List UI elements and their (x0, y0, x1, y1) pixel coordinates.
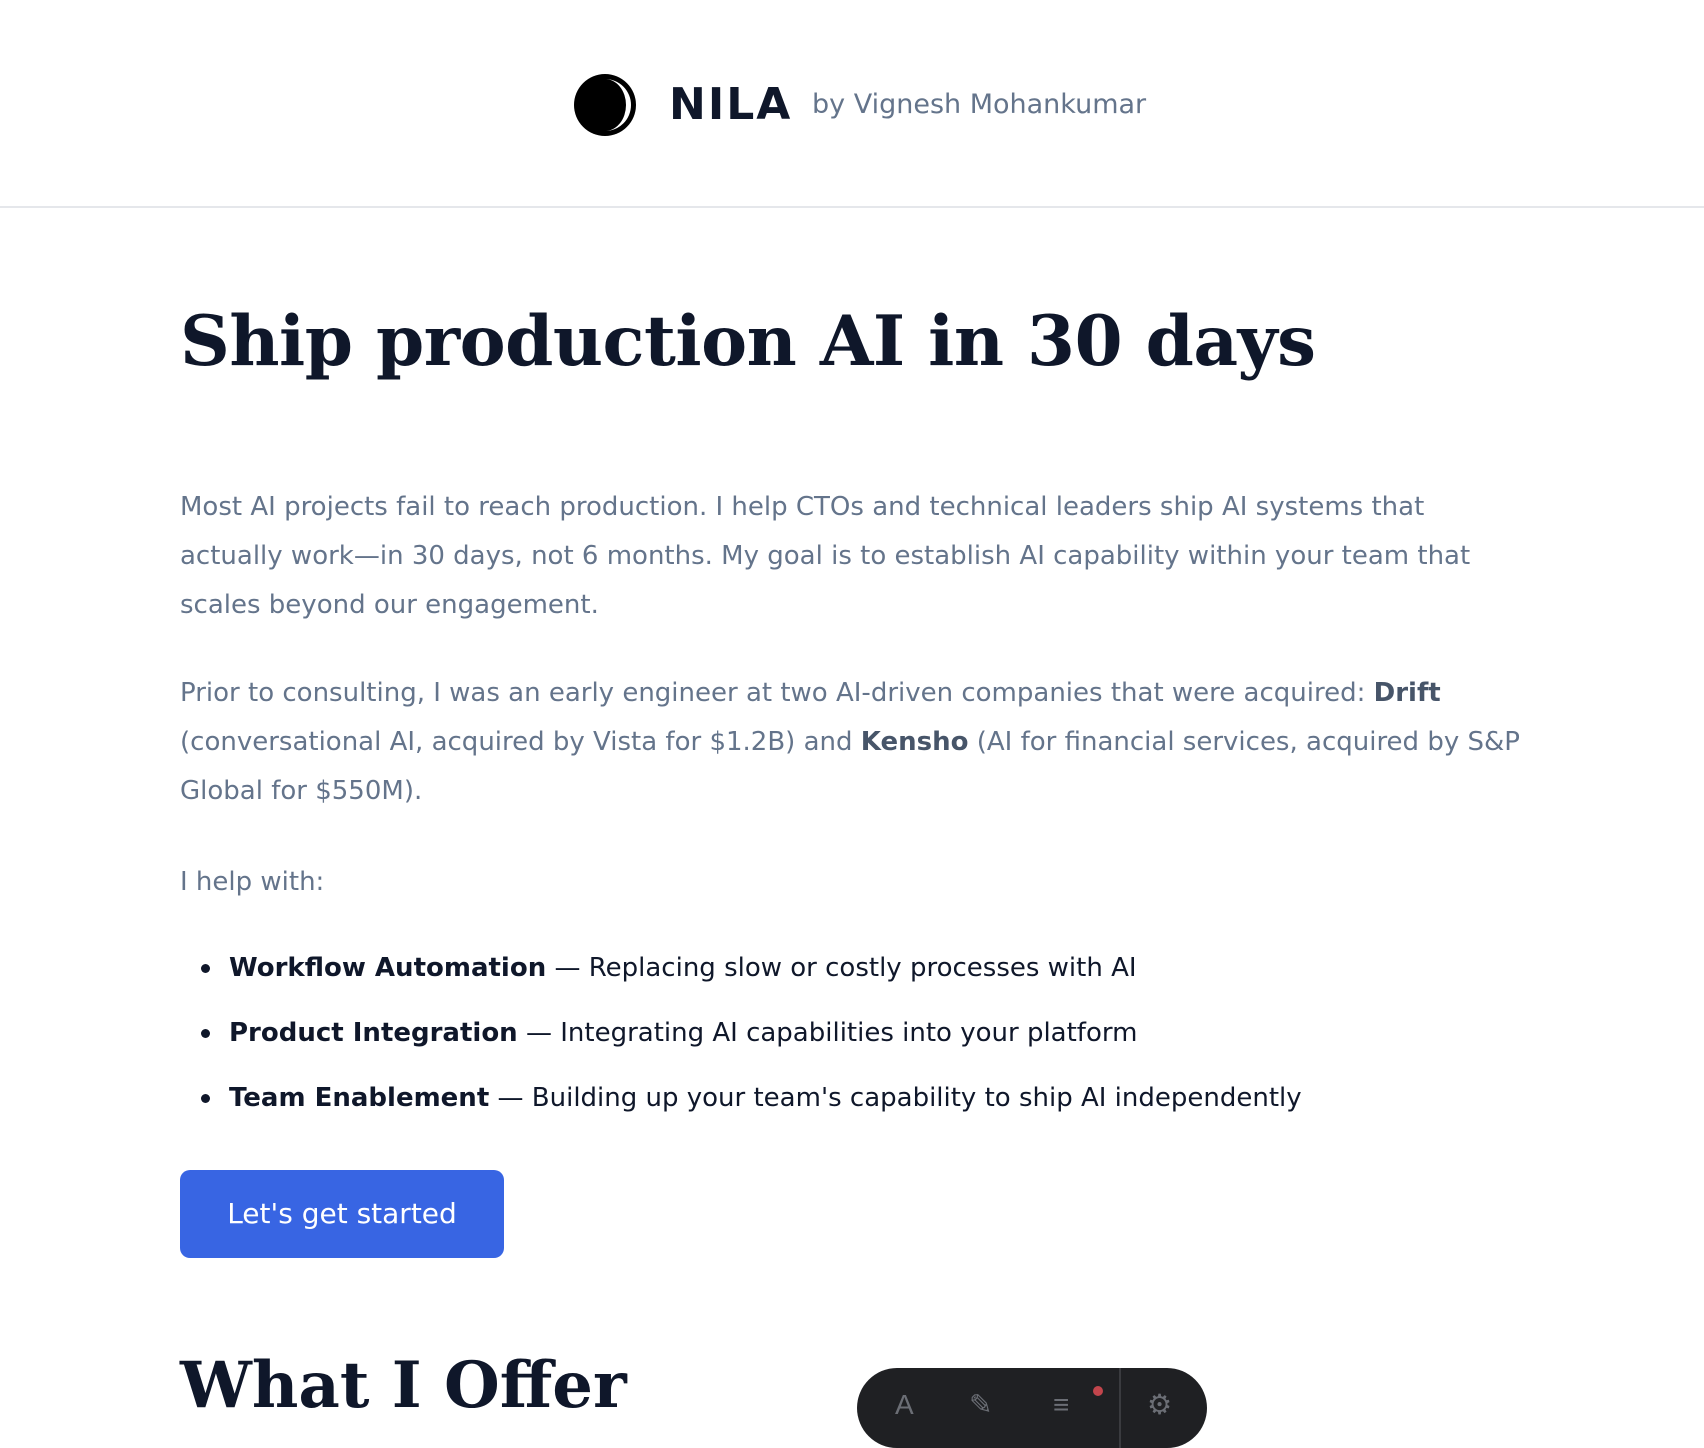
service-description: — Replacing slow or costly processes wit… (546, 953, 1137, 983)
bullet-icon (201, 1029, 210, 1038)
settings-icon[interactable]: ⚙ (1147, 1390, 1172, 1420)
offer-section-title: What I Offer (180, 1348, 627, 1423)
help-with-label: I help with: (180, 867, 325, 897)
company-kensho: Kensho (860, 727, 969, 757)
background-text: Prior to consulting, I was an early engi… (180, 678, 1374, 708)
service-name: Team Enablement (229, 1083, 490, 1113)
get-started-button[interactable]: Let's get started (180, 1170, 504, 1258)
hero-title: Ship production AI in 30 days (180, 301, 1316, 382)
service-description: — Building up your team's capability to … (489, 1083, 1302, 1113)
toolbar-divider (1119, 1368, 1121, 1448)
bullet-icon (201, 1094, 210, 1103)
text-icon[interactable]: A (895, 1390, 914, 1420)
list-item: Product Integration — Integrating AI cap… (180, 1003, 1302, 1068)
crescent-moon-icon[interactable] (572, 72, 638, 138)
brand-name[interactable]: NILA (669, 76, 792, 134)
menu-icon[interactable]: ≡ (1053, 1390, 1069, 1420)
notification-dot (1093, 1386, 1103, 1396)
bullet-icon (201, 964, 210, 973)
company-drift: Drift (1373, 678, 1441, 708)
services-list: Workflow Automation — Replacing slow or … (180, 938, 1302, 1133)
service-name: Workflow Automation (229, 953, 547, 983)
author-byline: by Vignesh Mohankumar (812, 89, 1147, 120)
floating-toolbar: A ✎ ≡ ⚙ (857, 1368, 1207, 1448)
background-paragraph: Prior to consulting, I was an early engi… (180, 669, 1525, 816)
pen-icon[interactable]: ✎ (969, 1390, 992, 1420)
list-item: Workflow Automation — Replacing slow or … (180, 938, 1302, 1003)
service-description: — Integrating AI capabilities into your … (517, 1018, 1138, 1048)
background-text: (conversational AI, acquired by Vista fo… (180, 727, 861, 757)
intro-paragraph: Most AI projects fail to reach productio… (180, 492, 1471, 620)
site-header: NILA by Vignesh Mohankumar (0, 0, 1704, 208)
list-item: Team Enablement — Building up your team'… (180, 1068, 1302, 1133)
service-name: Product Integration (229, 1018, 518, 1048)
